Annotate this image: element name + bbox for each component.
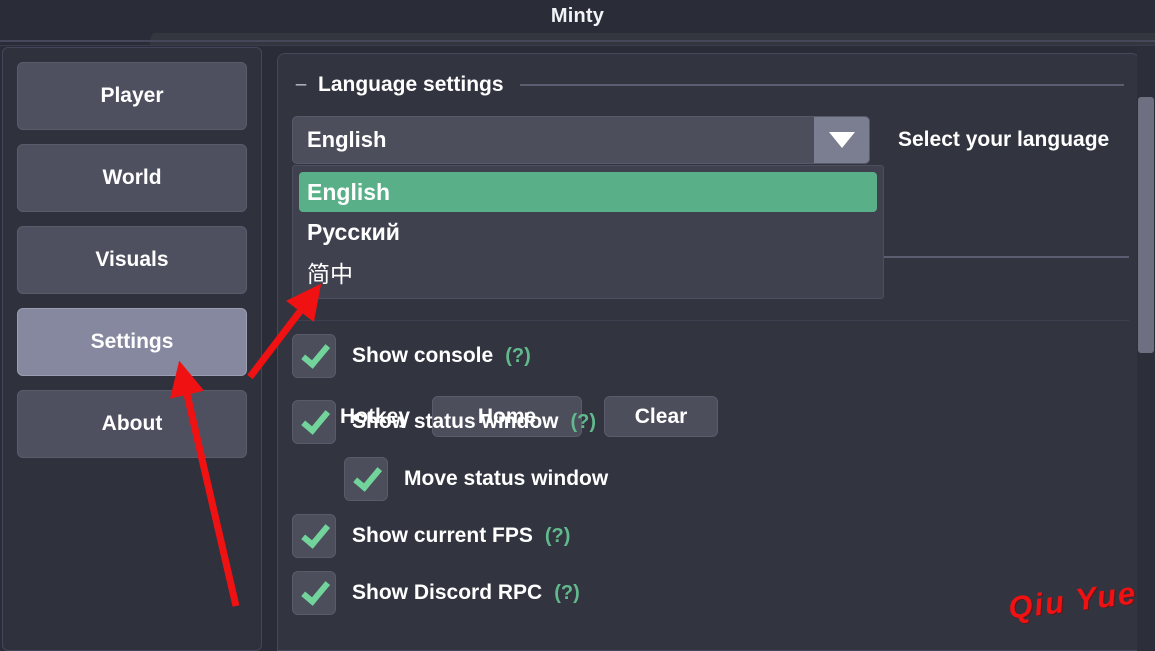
- help-icon[interactable]: (?): [545, 525, 571, 548]
- checkbox-show-status-window[interactable]: [292, 400, 336, 444]
- language-select-row: English Select your language: [292, 116, 1132, 164]
- language-option-label: Русский: [307, 218, 400, 245]
- sidebar-item-label: Settings: [90, 330, 174, 353]
- checkbox-show-console[interactable]: [292, 334, 336, 378]
- checkbox-label: Show status window: [352, 410, 559, 433]
- check-icon: [300, 337, 330, 369]
- help-icon[interactable]: (?): [554, 582, 580, 605]
- check-icon: [300, 403, 330, 435]
- language-settings-group-header: – Language settings: [290, 70, 1128, 100]
- titlebar-divider-secondary: [0, 45, 1155, 46]
- sidebar-item-label: World: [102, 166, 162, 189]
- checkbox-row-show-discord-rpc: Show Discord RPC (?): [292, 571, 580, 615]
- sidebar-item-world[interactable]: World: [17, 144, 247, 212]
- check-icon: [300, 517, 330, 549]
- window-title: Minty: [550, 5, 605, 27]
- check-icon: [300, 574, 330, 606]
- help-icon[interactable]: (?): [571, 411, 597, 434]
- group-title: Language settings: [318, 73, 504, 96]
- help-icon[interactable]: (?): [505, 345, 531, 368]
- checkbox-row-move-status-window: Move status window: [344, 457, 608, 501]
- window-titlebar: Minty: [0, 0, 1155, 33]
- language-select-dropdown[interactable]: English Русский 简中: [292, 165, 884, 299]
- sidebar-item-label: Player: [100, 84, 164, 107]
- checkbox-row-show-status-window: Show status window (?): [292, 400, 596, 444]
- checkbox-row-show-console: Show console (?): [292, 334, 531, 378]
- collapse-toggle-icon[interactable]: –: [290, 74, 312, 96]
- checkbox-label: Show console: [352, 344, 494, 367]
- checkbox-label: Show Discord RPC: [352, 581, 543, 604]
- settings-panel: – Language settings English Select your …: [277, 53, 1140, 651]
- language-option-label: English: [307, 178, 391, 205]
- checkbox-show-current-fps[interactable]: [292, 514, 336, 558]
- sidebar-item-player[interactable]: Player: [17, 62, 247, 130]
- language-option-label: 简中: [307, 262, 353, 288]
- language-option-english[interactable]: English: [299, 172, 877, 212]
- chevron-down-icon[interactable]: [814, 117, 869, 163]
- checkbox-move-status-window[interactable]: [344, 457, 388, 501]
- titlebar-divider: [0, 40, 1155, 42]
- sidebar-item-visuals[interactable]: Visuals: [17, 226, 247, 294]
- checkbox-show-discord-rpc[interactable]: [292, 571, 336, 615]
- checkbox-label: Show current FPS: [352, 524, 533, 547]
- sidebar: Player World Visuals Settings About: [2, 47, 262, 651]
- vertical-scrollbar-track[interactable]: [1137, 47, 1155, 651]
- sidebar-item-label: Visuals: [95, 248, 169, 271]
- language-select[interactable]: English: [292, 116, 870, 164]
- sidebar-item-about[interactable]: About: [17, 390, 247, 458]
- check-icon: [352, 460, 382, 492]
- language-option-russian[interactable]: Русский: [299, 212, 877, 252]
- checkbox-row-show-current-fps: Show current FPS (?): [292, 514, 570, 558]
- checkbox-label: Move status window: [404, 467, 609, 490]
- language-select-value: English: [307, 127, 387, 152]
- group-header-rule: [519, 84, 1124, 86]
- sidebar-item-settings[interactable]: Settings: [17, 308, 247, 376]
- language-select-description: Select your language: [898, 128, 1110, 151]
- app-window: Minty 向（用户办法）和（隐私政策） 简介 Player World Vis…: [0, 0, 1155, 651]
- sidebar-item-label: About: [101, 412, 163, 435]
- triangle-down-glyph: [828, 132, 855, 148]
- language-option-chinese[interactable]: 简中: [299, 252, 877, 292]
- group-divider-third: [293, 320, 1129, 321]
- vertical-scrollbar-thumb[interactable]: [1138, 97, 1154, 353]
- hotkey-clear-button[interactable]: Clear: [604, 396, 719, 437]
